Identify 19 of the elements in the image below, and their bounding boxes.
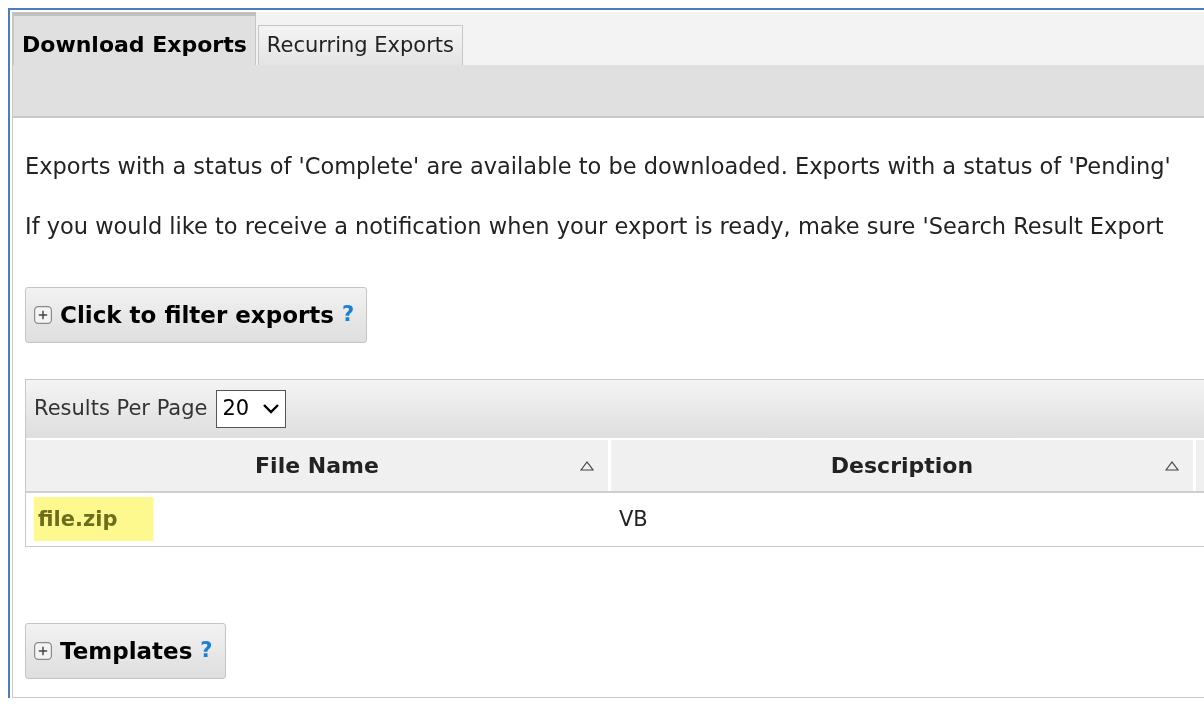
table-cell: VB (619, 507, 648, 532)
results-per-page-label: Results Per Page (34, 395, 208, 423)
tab[interactable]: Recurring Exports (257, 25, 463, 65)
column-header[interactable]: Description (611, 440, 1196, 491)
sort-triangle-icon[interactable] (1165, 461, 1179, 471)
expand-button[interactable]: Click to filter exports ? (25, 287, 368, 343)
help-link[interactable]: ? (342, 299, 355, 331)
column-header[interactable]: File Name (26, 440, 611, 491)
paragraph: Exports with a status of 'Complete' are available to be downloaded. Exports with a status of 'Pending' (25, 154, 1172, 178)
chevron-down-icon (263, 404, 280, 414)
plus-icon (34, 306, 52, 324)
expand-button[interactable]: Templates ? (25, 623, 226, 679)
paragraph: If you would like to receive a notification when your export is ready, make sure 'Search Result Export (25, 214, 1165, 238)
tab[interactable]: Download Exports (13, 12, 256, 65)
help-link[interactable]: ? (200, 635, 213, 667)
sort-triangle-icon[interactable] (580, 461, 594, 471)
plus-icon (34, 642, 52, 660)
page-size-select[interactable]: 20 (215, 390, 287, 428)
file-link[interactable]: file.zip (34, 497, 154, 542)
